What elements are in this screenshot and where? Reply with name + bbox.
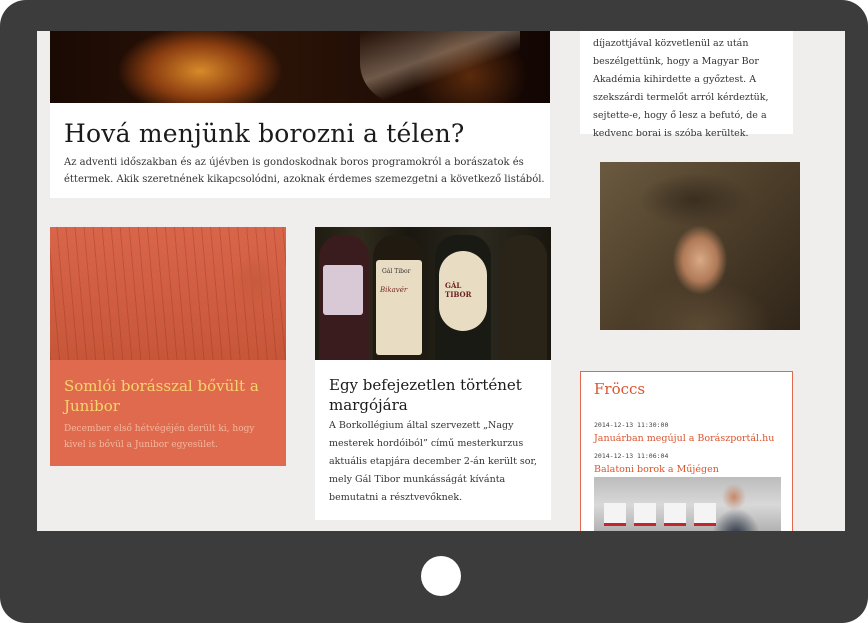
news-link[interactable]: Januárban megújul a Borászportál.hu — [594, 433, 774, 444]
news-thumbnail-image[interactable] — [594, 477, 781, 531]
gal-tibor-article-excerpt: A Borkollégium által szervezett „Nagy me… — [329, 420, 538, 503]
bottle-tag — [604, 503, 626, 526]
bottle — [319, 235, 369, 360]
bottle-label — [323, 265, 363, 315]
bottle-label: GÁL TIBOR — [439, 251, 487, 331]
bottle — [499, 235, 547, 360]
portrait-image[interactable] — [600, 162, 800, 330]
junibor-article-title[interactable]: Somlói borásszal bővült a Junibor — [64, 376, 274, 416]
interview-excerpt-card[interactable]: díjazottjával közvetlenül az után beszél… — [580, 31, 793, 139]
news-link[interactable]: Balatoni borok a Műjégen — [594, 464, 719, 475]
bottle-tag — [664, 503, 686, 526]
featured-article-title[interactable]: Hová menjünk borozni a télen? — [64, 119, 544, 148]
froccs-heading: Fröccs — [594, 380, 646, 398]
bottle-label: Gál Tibor Bikavér — [376, 260, 422, 355]
screen[interactable]: Hová menjünk borozni a télen? Az adventi… — [37, 31, 845, 531]
froccs-news-box: Fröccs 2014-12-13 11:30:00 Januárban meg… — [580, 371, 793, 531]
bottle: Gál Tibor Bikavér — [373, 235, 423, 360]
home-button[interactable] — [421, 556, 461, 596]
featured-article-card[interactable]: Hová menjünk borozni a télen? Az adventi… — [50, 31, 550, 198]
featured-article-excerpt: Az adventi időszakban és az újévben is g… — [64, 157, 545, 185]
junibor-article-card[interactable]: Somlói borásszal bővült a Junibor Decemb… — [50, 227, 286, 466]
featured-article-image[interactable] — [50, 31, 550, 103]
bottle-label-text: Bikavér — [380, 286, 408, 294]
gal-tibor-article-card[interactable]: Gál Tibor Bikavér GÁL TIBOR Egy befejeze… — [315, 227, 551, 520]
bottle-tag — [694, 503, 716, 526]
bottle: GÁL TIBOR — [435, 235, 491, 360]
news-timestamp: 2014-12-13 11:30:00 — [594, 421, 669, 429]
gal-tibor-article-title[interactable]: Egy befejezetlen történet margójára — [329, 375, 539, 415]
bottle-tag — [634, 503, 656, 526]
news-timestamp: 2014-12-13 11:06:04 — [594, 452, 669, 460]
tablet-frame: Hová menjünk borozni a télen? Az adventi… — [0, 0, 868, 623]
vineyard-winemaker-image[interactable] — [50, 227, 286, 360]
wine-bottles-image[interactable]: Gál Tibor Bikavér GÁL TIBOR — [315, 227, 551, 360]
wine-glass-highlight — [360, 31, 520, 103]
bottle-label-text: GÁL TIBOR — [445, 281, 472, 299]
interview-excerpt-text: díjazottjával közvetlenül az után beszél… — [593, 38, 769, 139]
junibor-article-excerpt: December első hétvégéjén derült ki, hogy… — [64, 424, 255, 450]
bottle-label-text: Gál Tibor — [382, 268, 411, 275]
